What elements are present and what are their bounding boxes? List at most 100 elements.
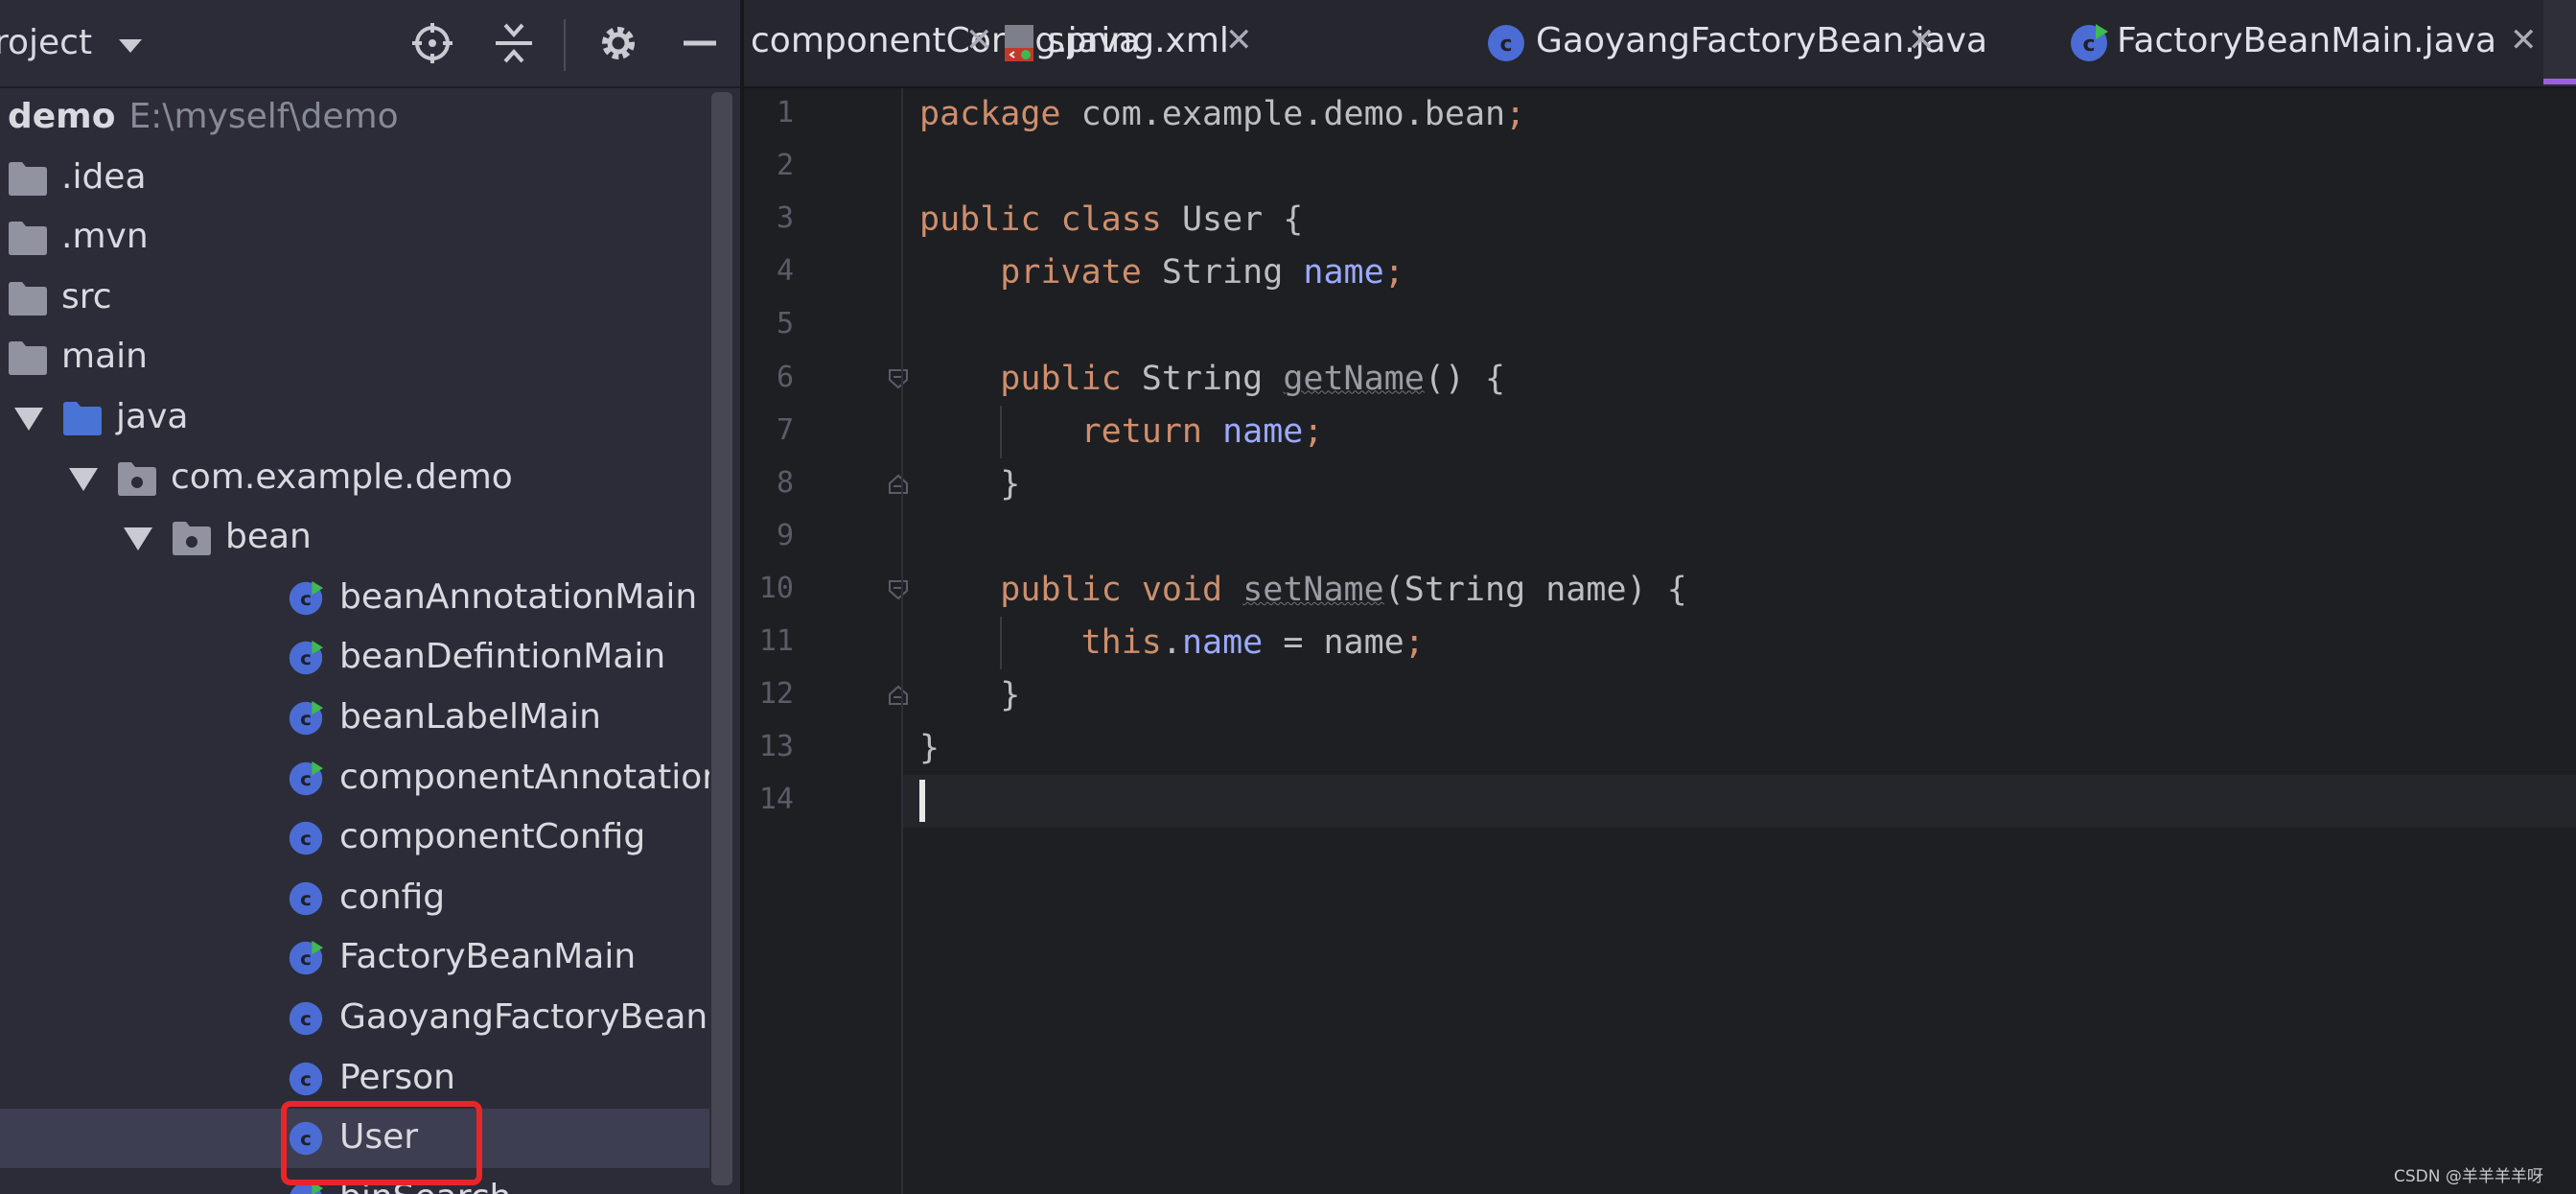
line-number: 7 — [776, 412, 794, 447]
tree-item-label: componentAnnotationM — [339, 757, 709, 797]
tree-item-beanannotationmain[interactable]: c beanAnnotationMain — [0, 569, 709, 628]
close-icon[interactable]: ✕ — [2510, 21, 2538, 59]
tree-item-label: FactoryBeanMain — [339, 937, 637, 977]
code-line[interactable]: package com.example.demo.bean; — [919, 88, 1525, 141]
tree-item-gaoyangfactorybean[interactable]: c GaoyangFactoryBean — [0, 989, 709, 1048]
fold-marker-icon[interactable] — [888, 685, 909, 706]
project-view-selector[interactable]: roject — [0, 23, 144, 64]
tree-item-label: beanAnnotationMain — [339, 576, 698, 617]
text-caret — [919, 780, 925, 822]
project-tree: demo E:\myself\demo .idea .mvn src main java co… — [0, 88, 709, 1194]
tab-GaoyangFactoryBean[interactable]: c GaoyangFactoryBean.java ✕ — [1488, 0, 2073, 86]
gear-icon[interactable] — [596, 21, 640, 65]
project-panel: roject demo E:\myself\demo .idea .mvn src mai… — [0, 0, 740, 1194]
locate-target-icon[interactable] — [410, 21, 454, 65]
fold-marker-icon[interactable] — [888, 474, 909, 495]
folder-icon — [8, 160, 48, 197]
red-highlight-annotation — [281, 1101, 482, 1185]
tree-item-label: com.example.demo — [171, 457, 513, 497]
svg-text:c: c — [300, 828, 312, 850]
runnable-class-icon: c — [286, 940, 326, 976]
gutter-divider — [901, 88, 903, 1194]
editor-tab-bar: componentConfig.java ✕ spring.xml ✕ c Ga… — [744, 0, 2576, 88]
tree-item-text: beanLabelMain — [339, 696, 601, 738]
line-number: 14 — [758, 783, 794, 817]
tree-item-beandefintionmain[interactable]: c beanDefintionMain — [0, 628, 709, 688]
tab-componentConfig[interactable]: componentConfig.java ✕ — [744, 0, 1140, 86]
code-line[interactable]: } — [919, 458, 1020, 511]
code-line[interactable]: } — [919, 669, 1020, 722]
runnable-class-icon: c — [286, 640, 326, 676]
package-icon — [117, 460, 157, 497]
class-icon: c — [1486, 23, 1526, 63]
svg-text:c: c — [1499, 33, 1512, 57]
folder-icon — [8, 280, 48, 316]
code-editor: componentConfig.java ✕ spring.xml ✕ c Ga… — [744, 0, 2576, 1194]
code-line[interactable]: public void setName(String name) { — [919, 564, 1686, 617]
tab-label: spring.xml — [1047, 21, 1229, 60]
line-number: 12 — [758, 677, 794, 712]
tree-item-java[interactable]: java — [0, 388, 709, 448]
svg-text:c: c — [300, 948, 312, 971]
close-icon[interactable]: ✕ — [1225, 21, 1253, 59]
tree-item-main[interactable]: main — [0, 328, 709, 387]
tree-item-beanlabelmain[interactable]: c beanLabelMain — [0, 689, 709, 748]
collapse-all-icon[interactable] — [492, 21, 536, 65]
tree-item-demo[interactable]: demo E:\myself\demo — [0, 88, 709, 148]
close-icon[interactable]: ✕ — [965, 21, 993, 59]
tree-item-label: beanDefintionMain — [339, 637, 666, 677]
code-line[interactable]: private String name; — [919, 246, 1404, 299]
code-line[interactable]: return name; — [919, 406, 1324, 458]
tree-item-label: main — [61, 337, 148, 377]
fold-marker-icon[interactable] — [888, 579, 909, 600]
tree-item-mvn[interactable]: .mvn — [0, 208, 709, 268]
line-number: 13 — [758, 730, 794, 764]
code-line[interactable]: this.name = name; — [919, 617, 1425, 669]
indent-guide — [1000, 617, 1002, 670]
tree-item-com-example-demo[interactable]: com.example.demo — [0, 449, 709, 508]
package-icon — [172, 520, 212, 556]
expand-arrow-icon[interactable] — [67, 462, 100, 495]
line-number-gutter: 1 2 3 4 5 6 7 8 9 10 11 12 13 14 — [744, 88, 908, 1194]
expand-arrow-icon[interactable] — [122, 522, 154, 554]
tree-item-text: main — [61, 336, 148, 378]
runnable-class-icon: c — [286, 700, 326, 737]
ide-window: roject demo E:\myself\demo .idea .mvn src mai… — [0, 0, 2576, 1194]
tree-item-idea[interactable]: .idea — [0, 149, 709, 208]
code-area[interactable]: package com.example.demo.bean; public cla… — [919, 88, 2549, 1191]
tab-FactoryBeanMain[interactable]: c FactoryBeanMain.java ✕ — [2069, 0, 2543, 86]
tree-item-text: config — [339, 877, 445, 919]
tree-item-componentannotationm[interactable]: c componentAnnotationM — [0, 749, 709, 808]
svg-text:c: c — [300, 1068, 312, 1090]
class-icon: c — [286, 1000, 326, 1037]
chevron-down-icon[interactable] — [117, 25, 144, 64]
expand-arrow-icon[interactable] — [12, 402, 45, 434]
tab-spring-xml[interactable]: spring.xml ✕ — [999, 0, 1294, 86]
tree-item-person[interactable]: c Person — [0, 1049, 709, 1109]
tree-item-bean[interactable]: bean — [0, 508, 709, 568]
tree-item-text: demo E:\myself\demo — [8, 96, 399, 138]
code-line[interactable]: public class User { — [919, 194, 1303, 246]
scrollbar[interactable] — [711, 92, 732, 1185]
svg-text:c: c — [2082, 33, 2095, 57]
tree-item-componentconfig[interactable]: c componentConfig — [0, 808, 709, 868]
tree-item-label: src — [61, 276, 112, 316]
tree-item-src[interactable]: src — [0, 269, 709, 328]
tab-User-partial[interactable] — [2543, 0, 2576, 86]
class-icon: c — [286, 880, 326, 917]
code-line[interactable]: } — [919, 722, 940, 775]
runnable-class-icon: c — [2069, 23, 2109, 63]
active-tab-indicator — [2543, 79, 2576, 84]
tree-item-label: GaoyangFactoryBean — [339, 997, 708, 1037]
code-line[interactable]: public String getName() { — [919, 353, 1505, 406]
class-icon: c — [286, 820, 326, 856]
minimize-icon[interactable] — [678, 21, 722, 65]
close-icon[interactable]: ✕ — [1908, 21, 1936, 59]
svg-text:c: c — [300, 1008, 312, 1030]
tree-item-factorybeanmain[interactable]: c FactoryBeanMain — [0, 928, 709, 988]
tree-item-config[interactable]: c config — [0, 869, 709, 928]
watermark: CSDN @羊羊羊羊呀 — [2394, 1167, 2543, 1186]
xml-file-icon — [999, 23, 1039, 63]
project-view-title: roject — [0, 23, 93, 62]
fold-marker-icon[interactable] — [888, 368, 909, 389]
